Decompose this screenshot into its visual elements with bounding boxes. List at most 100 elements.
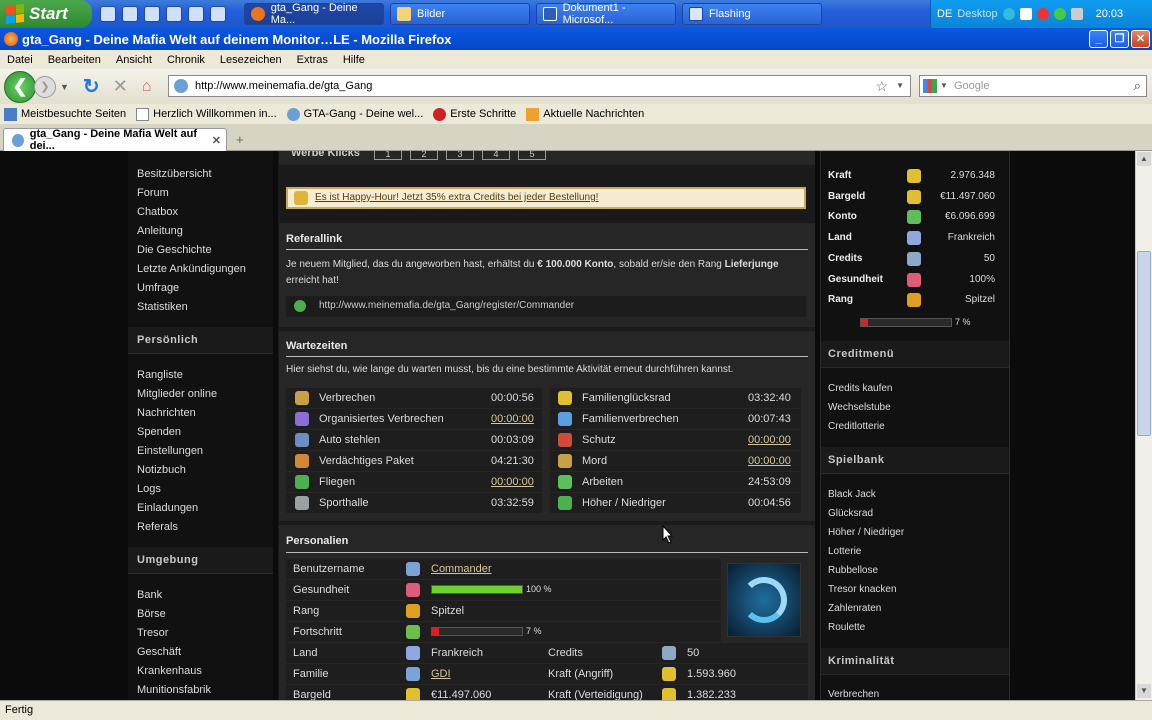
start-button[interactable]: Start	[0, 0, 92, 28]
desktop-icon[interactable]	[166, 6, 182, 22]
nav-spenden[interactable]: Spenden	[137, 426, 181, 438]
menu-item[interactable]: Verbrechen	[828, 689, 879, 700]
menu-item[interactable]: Höher / Niedriger	[828, 527, 904, 538]
tray-volume-icon[interactable]	[1070, 8, 1083, 20]
menu-item[interactable]: Glücksrad	[828, 508, 873, 519]
reload-icon[interactable]: ↻	[83, 74, 100, 99]
nav-logs[interactable]: Logs	[137, 483, 161, 495]
field-value[interactable]: Commander	[431, 563, 492, 575]
happy-hour-banner[interactable]: Es ist Happy-Hour! Jetzt 35% extra Credi…	[286, 187, 806, 209]
task-bilder[interactable]: Bilder	[390, 3, 530, 25]
menu-datei[interactable]: Datei	[7, 54, 33, 66]
nav-einladungen[interactable]: Einladungen	[137, 502, 198, 514]
maximize-button[interactable]: ❐	[1110, 30, 1129, 48]
messenger-icon[interactable]	[210, 6, 226, 22]
desktop-toolbar[interactable]: Desktop	[957, 8, 997, 20]
nav-tresor[interactable]: Tresor	[137, 627, 168, 639]
activity-time[interactable]: 00:00:00	[491, 413, 534, 425]
tray-security-icon[interactable]	[1036, 8, 1049, 20]
nav-einstellungen[interactable]: Einstellungen	[137, 445, 203, 457]
nav-rangliste[interactable]: Rangliste	[137, 369, 183, 381]
bookmark-star-icon[interactable]: ☆	[875, 78, 888, 95]
ie-icon[interactable]	[100, 6, 116, 22]
werbe-button-2[interactable]: 2	[410, 151, 438, 160]
nav-notizbuch[interactable]: Notizbuch	[137, 464, 186, 476]
nav-krankenhaus[interactable]: Krankenhaus	[137, 665, 202, 677]
nav-nachrichten[interactable]: Nachrichten	[137, 407, 196, 419]
happy-hour-link[interactable]: Es ist Happy-Hour! Jetzt 35% extra Credi…	[315, 192, 598, 203]
nav-geschichte[interactable]: Die Geschichte	[137, 244, 212, 256]
menu-item[interactable]: Wechselstube	[828, 402, 891, 413]
media-icon[interactable]	[144, 6, 160, 22]
forward-button[interactable]: ❯	[34, 75, 56, 98]
nav-bank[interactable]: Bank	[137, 589, 162, 601]
bookmark-herzlich[interactable]: Herzlich Willkommen in...	[136, 107, 277, 121]
tab-gta-gang[interactable]: gta_Gang - Deine Mafia Welt auf dei... ✕	[3, 128, 227, 152]
menu-item[interactable]: Rubbellose	[828, 565, 878, 576]
menu-lesezeichen[interactable]: Lesezeichen	[220, 54, 282, 66]
avatar[interactable]	[727, 563, 801, 637]
bookmark-meistbesuchte[interactable]: Meistbesuchte Seiten	[4, 107, 126, 121]
nav-statistiken[interactable]: Statistiken	[137, 301, 188, 313]
vertical-scrollbar[interactable]: ▲ ▼	[1135, 151, 1152, 700]
app-icon[interactable]	[188, 6, 204, 22]
referal-link[interactable]: http://www.meinemafia.de/gta_Gang/regist…	[319, 300, 574, 311]
activity-time[interactable]: 00:00:00	[491, 476, 534, 488]
menu-hilfe[interactable]: Hilfe	[343, 54, 365, 66]
werbe-button-5[interactable]: 5	[518, 151, 546, 160]
menu-item[interactable]: Creditlotterie	[828, 421, 885, 432]
bookmark-nachrichten[interactable]: Aktuelle Nachrichten	[526, 107, 644, 121]
history-dropdown-icon[interactable]: ▼	[60, 82, 69, 92]
nav-besitzuebersicht[interactable]: Besitzübersicht	[137, 168, 212, 180]
werbe-button-3[interactable]: 3	[446, 151, 474, 160]
search-engine-dropdown-icon[interactable]: ▼	[940, 81, 948, 90]
search-box[interactable]: ▼ Google ⌕	[919, 75, 1147, 97]
tray-app-icon[interactable]	[1019, 8, 1032, 20]
nav-boerse[interactable]: Börse	[137, 608, 166, 620]
menu-item[interactable]: Zahlenraten	[828, 603, 881, 614]
search-icon[interactable]: ⌕	[1134, 78, 1141, 94]
menu-item[interactable]: Lotterie	[828, 546, 861, 557]
nav-umfrage[interactable]: Umfrage	[137, 282, 179, 294]
nav-chatbox[interactable]: Chatbox	[137, 206, 178, 218]
scrollbar-thumb[interactable]	[1137, 251, 1151, 436]
nav-ankuendigungen[interactable]: Letzte Ankündigungen	[137, 263, 246, 275]
close-button[interactable]: ✕	[1131, 30, 1150, 48]
werbe-button-4[interactable]: 4	[482, 151, 510, 160]
menu-item[interactable]: Tresor knacken	[828, 584, 897, 595]
werbe-button-1[interactable]: 1	[374, 151, 402, 160]
new-tab-button[interactable]: +	[236, 132, 244, 147]
activity-time[interactable]: 00:00:00	[748, 455, 791, 467]
language-indicator[interactable]: DE	[937, 8, 952, 20]
outlook-icon[interactable]	[122, 6, 138, 22]
google-icon[interactable]	[923, 79, 937, 93]
nav-forum[interactable]: Forum	[137, 187, 169, 199]
task-word[interactable]: Dokument1 - Microsof...	[536, 2, 676, 26]
menu-item[interactable]: Black Jack	[828, 489, 876, 500]
task-firefox[interactable]: gta_Gang - Deine Ma...	[244, 2, 384, 26]
close-tab-icon[interactable]: ✕	[212, 134, 221, 147]
task-flashing[interactable]: Flashing	[682, 3, 822, 25]
nav-anleitung[interactable]: Anleitung	[137, 225, 183, 237]
stop-icon[interactable]: ✕	[113, 76, 128, 97]
minimize-button[interactable]: _	[1089, 30, 1108, 48]
nav-referals[interactable]: Referals	[137, 521, 178, 533]
bookmark-erste-schritte[interactable]: Erste Schritte	[433, 107, 516, 121]
field-value[interactable]: GDI	[431, 668, 451, 680]
activity-time[interactable]: 00:00:00	[748, 434, 791, 446]
scroll-down-arrow[interactable]: ▼	[1137, 684, 1151, 698]
menu-bearbeiten[interactable]: Bearbeiten	[48, 54, 101, 66]
menu-extras[interactable]: Extras	[297, 54, 328, 66]
home-icon[interactable]: ⌂	[142, 78, 152, 96]
tray-arrow-icon[interactable]	[1002, 8, 1015, 20]
menu-item[interactable]: Roulette	[828, 622, 865, 633]
referal-link-box[interactable]: http://www.meinemafia.de/gta_Gang/regist…	[286, 296, 806, 317]
nav-geschaeft[interactable]: Geschäft	[137, 646, 181, 658]
menu-ansicht[interactable]: Ansicht	[116, 54, 152, 66]
tray-network-icon[interactable]	[1053, 8, 1066, 20]
scroll-up-arrow[interactable]: ▲	[1137, 152, 1151, 166]
nav-munitionsfabrik[interactable]: Munitionsfabrik	[137, 684, 211, 696]
url-bar[interactable]: http://www.meinemafia.de/gta_Gang ☆ ▼	[168, 75, 911, 97]
back-button[interactable]: ❮	[4, 70, 36, 103]
nav-mitglieder-online[interactable]: Mitglieder online	[137, 388, 217, 400]
